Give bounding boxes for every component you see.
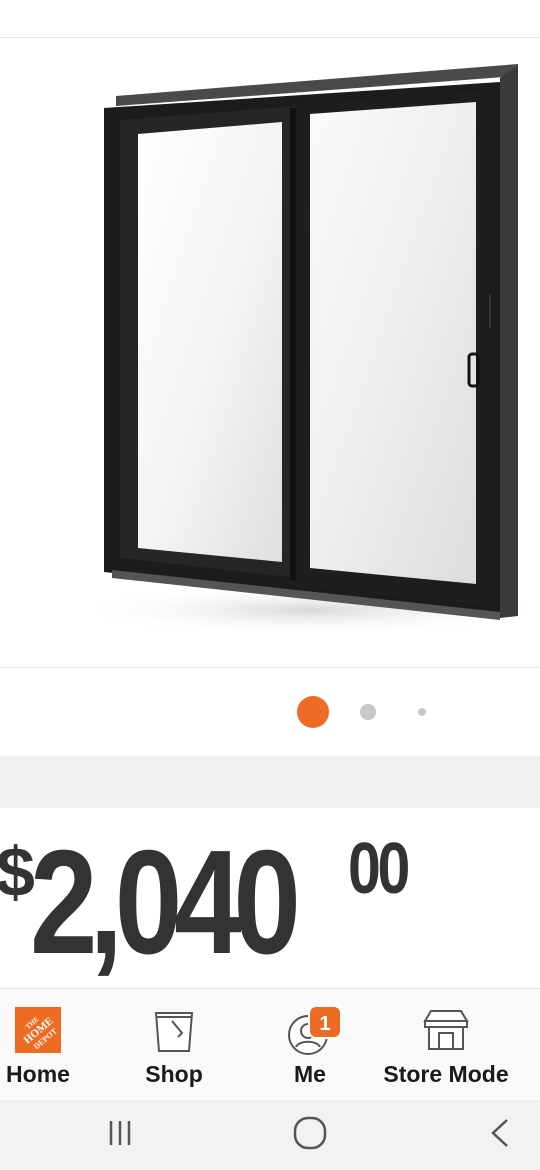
carousel-dot[interactable]	[360, 704, 376, 720]
price-cents: 00	[348, 829, 410, 909]
nav-label-me: Me	[294, 1061, 326, 1087]
price-currency-symbol: $	[0, 833, 35, 911]
carousel-dot[interactable]	[418, 708, 426, 716]
home-depot-logo-icon: THE HOME DEPOT	[15, 1007, 61, 1058]
recent-apps-icon	[103, 1116, 137, 1155]
android-system-navigation-bar	[0, 1100, 540, 1170]
nav-label-home: Home	[6, 1061, 70, 1087]
price-dollars: 2,040	[30, 820, 301, 985]
back-chevron-icon	[485, 1116, 515, 1155]
product-price: $ 2,040 00	[0, 820, 540, 985]
nav-item-shop[interactable]: Shop	[134, 989, 214, 1101]
system-home-button[interactable]	[270, 1100, 350, 1170]
paint-bucket-icon	[152, 1007, 196, 1060]
sliding-patio-door-image	[70, 64, 540, 636]
image-carousel-indicator	[0, 668, 540, 756]
notification-badge: 1	[308, 1005, 342, 1039]
nav-label-shop: Shop	[145, 1061, 203, 1087]
bottom-navigation: THE HOME DEPOT Home Shop 1 Me Store Mode	[0, 988, 540, 1100]
section-divider	[0, 756, 540, 808]
recent-apps-button[interactable]	[80, 1100, 160, 1170]
nav-item-home[interactable]: THE HOME DEPOT Home	[0, 989, 76, 1101]
top-strip	[0, 0, 540, 38]
product-image[interactable]	[0, 38, 540, 668]
nav-item-me[interactable]: 1 Me	[270, 989, 350, 1101]
home-circle-icon	[292, 1115, 328, 1156]
nav-item-store-mode[interactable]: Store Mode	[378, 989, 514, 1101]
system-back-button[interactable]	[460, 1100, 540, 1170]
carousel-dot-active[interactable]	[297, 696, 329, 728]
store-icon	[421, 1007, 471, 1058]
nav-label-store-mode: Store Mode	[383, 1061, 509, 1087]
